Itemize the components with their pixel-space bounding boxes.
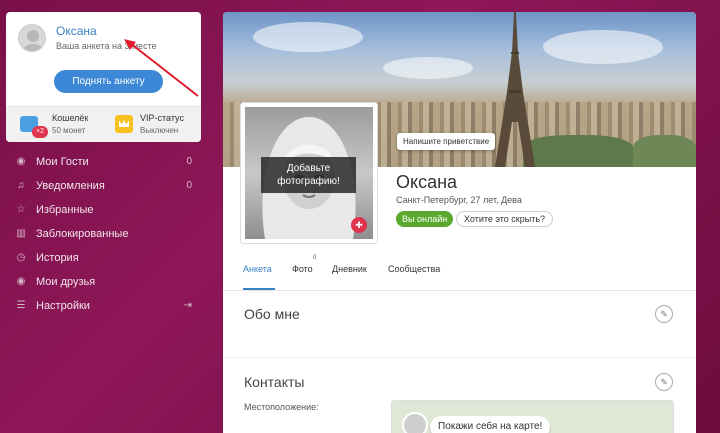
show-on-map-button[interactable]: Покажи себя на карте! — [430, 416, 551, 433]
hide-online-button[interactable]: Хотите это скрыть? — [456, 211, 554, 227]
sidebar-item-guests[interactable]: ◉ Мои Гости 0 — [14, 150, 196, 174]
sidebar-item-label: История — [36, 252, 79, 264]
wallet-multiplier-badge: ×2 — [32, 126, 48, 138]
tab-profile[interactable]: Анкета — [243, 264, 272, 274]
cloud — [383, 57, 473, 79]
annotation-arrow — [124, 39, 199, 97]
logout-icon[interactable]: ⇥ — [184, 294, 192, 318]
gift-icon[interactable]: ✚ — [351, 217, 367, 233]
bell-icon: ♫ — [17, 180, 25, 191]
location-map[interactable]: Покажи себя на карте! — [391, 400, 674, 433]
profile-photo-placeholder[interactable]: Добавьте фотографию! ✚ — [245, 107, 373, 239]
sidebar-item-count: 0 — [186, 156, 192, 167]
sidebar-item-notifications[interactable]: ♫ Уведомления 0 — [14, 174, 196, 198]
tab-communities[interactable]: Сообщества — [388, 264, 440, 274]
profile-name: Оксана — [396, 172, 458, 192]
avatar[interactable] — [18, 24, 46, 52]
sidebar-item-label: Уведомления — [36, 180, 105, 192]
park-trees — [633, 135, 696, 167]
cloud — [543, 30, 663, 64]
settings-icon: ☰ — [16, 300, 26, 311]
location-label: Местоположение: — [244, 402, 319, 412]
tab-photos[interactable]: Фото — [292, 264, 313, 274]
online-status-badge: Вы онлайн — [396, 211, 454, 227]
trash-icon: ▥ — [16, 228, 26, 239]
map-avatar — [402, 412, 428, 433]
sidebar-item-label: Настройки — [36, 300, 90, 312]
wallet-balance: 50 монет — [52, 126, 86, 135]
profile-panel: Напишите приветствие Добавьте фотографию… — [223, 12, 696, 433]
sidebar-item-friends[interactable]: ◉ Мои друзья — [14, 270, 196, 294]
edit-contacts-icon[interactable]: ✎ — [655, 373, 673, 391]
sidebar-item-blocked[interactable]: ▥ Заблокированные — [14, 222, 196, 246]
crown-icon — [119, 120, 129, 127]
sidebar-item-label: Заблокированные — [36, 228, 129, 240]
write-greeting-button[interactable]: Напишите приветствие — [397, 133, 496, 150]
photos-count: 0 — [313, 255, 317, 261]
sidebar-item-label: Избранные — [36, 204, 94, 216]
star-icon: ☆ — [16, 204, 26, 215]
tabs-divider — [223, 290, 696, 291]
friends-icon: ◉ — [16, 276, 26, 287]
contacts-section-title: Контакты — [244, 374, 305, 390]
wallet-link[interactable]: Кошелёк — [52, 113, 88, 123]
add-photo-button[interactable]: Добавьте фотографию! — [261, 157, 356, 193]
sidebar-item-label: Мои Гости — [36, 156, 89, 168]
sidebar-item-history[interactable]: ◷ История — [14, 246, 196, 270]
eye-icon: ◉ — [16, 156, 26, 167]
history-icon: ◷ — [16, 252, 26, 263]
vip-status-link[interactable]: VIP-статус — [140, 113, 184, 123]
sidebar-menu: ◉ Мои Гости 0 ♫ Уведомления 0 ☆ Избранны… — [14, 150, 196, 318]
tab-diary[interactable]: Дневник — [332, 264, 367, 274]
cloud — [253, 22, 363, 52]
avatar-placeholder-icon — [23, 30, 43, 51]
sidebar-item-label: Мои друзья — [36, 276, 96, 288]
sidebar-item-count: 0 — [186, 180, 192, 191]
vip-crown-icon[interactable] — [115, 115, 133, 133]
profile-info: Санкт-Петербург, 27 лет, Дева — [396, 195, 522, 205]
vip-status-value: Выключен — [140, 126, 179, 135]
edit-about-icon[interactable]: ✎ — [655, 305, 673, 323]
sidebar-item-settings[interactable]: ☰ Настройки ⇥ — [14, 294, 196, 318]
wallet-vip-bar: ×2 Кошелёк 50 монет VIP-статус Выключен — [6, 106, 201, 142]
profile-photo-frame: Добавьте фотографию! ✚ — [240, 102, 378, 244]
sidebar-item-favorites[interactable]: ☆ Избранные — [14, 198, 196, 222]
about-section-title: Обо мне — [244, 306, 300, 322]
section-divider — [223, 357, 696, 358]
mini-profile-name[interactable]: Оксана — [56, 24, 97, 38]
